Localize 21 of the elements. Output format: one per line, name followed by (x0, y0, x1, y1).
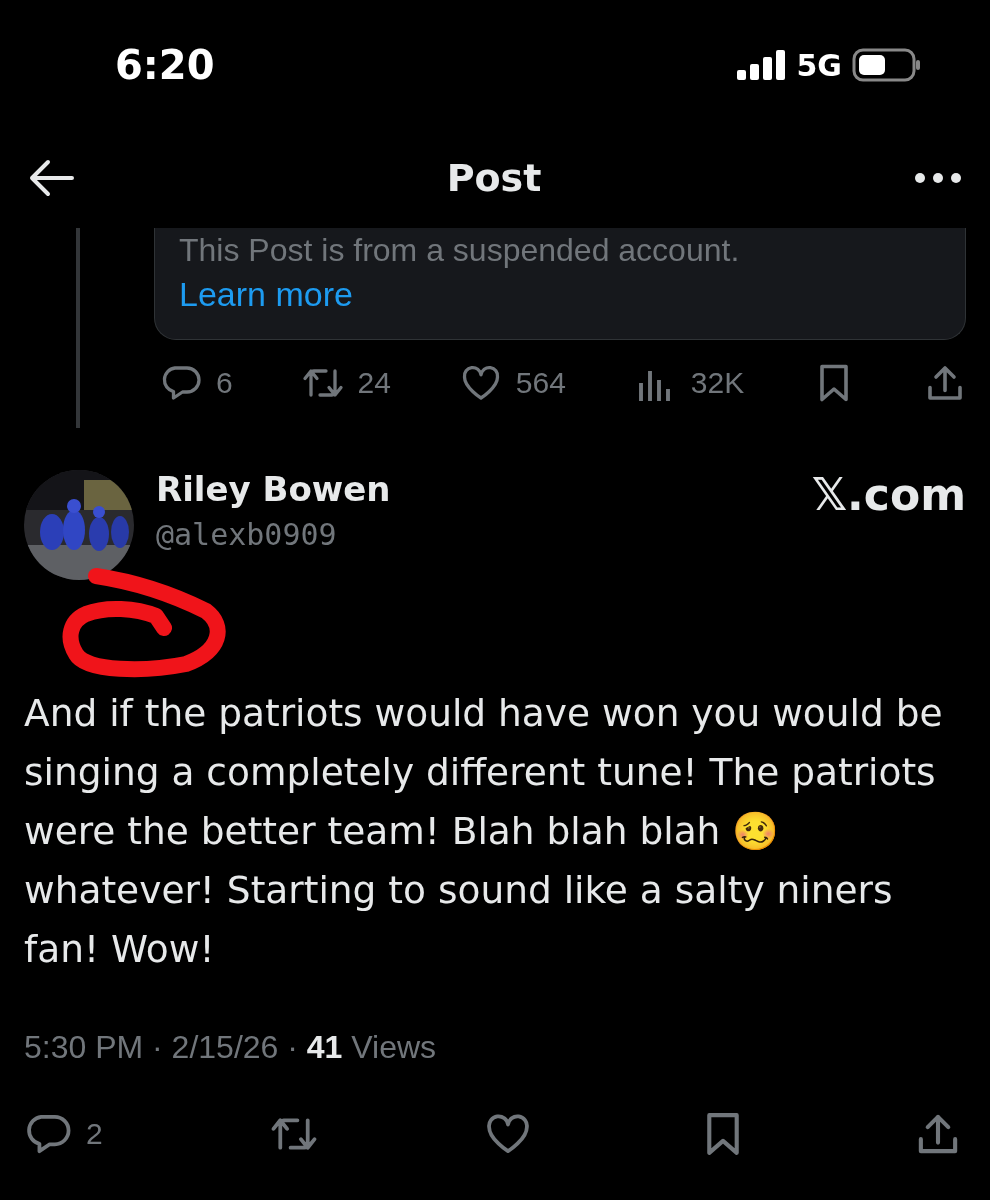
suspended-notice: This Post is from a suspended account. (179, 231, 741, 269)
page-title: Post (446, 156, 542, 200)
more-button[interactable] (914, 172, 962, 184)
more-icon (914, 172, 962, 184)
author-name[interactable]: Riley Bowen (156, 468, 790, 509)
back-arrow-icon (28, 158, 74, 198)
post-timestamp: 5:30 PM · 2/15/26 · 41 Views (23, 1029, 438, 1066)
reply-count-button[interactable]: 6 (160, 362, 233, 404)
reply-count-button[interactable]: 2 (24, 1110, 103, 1158)
site-label: 𝕏.com (811, 468, 966, 520)
post-text: And if the patriots would have won you would be singing a completely different tune! The patriots were the better team! Blah blah blah 🥴 whatever! Starting to sound like a salty niners fan! Wow! (23, 690, 944, 973)
clock-time: 6:20 (115, 42, 215, 88)
learn-more-link[interactable]: Learn more (179, 275, 353, 314)
back-button[interactable] (28, 158, 74, 198)
author-handle[interactable]: @alexb0909 (156, 516, 790, 552)
repost-count-button[interactable]: 24 (301, 362, 391, 404)
signal-icon (736, 50, 787, 80)
like-count-button[interactable]: 564 (459, 362, 566, 404)
views-count-button[interactable]: 32K (634, 362, 745, 404)
battery-icon (852, 48, 922, 82)
network-label: 5G (796, 47, 842, 83)
